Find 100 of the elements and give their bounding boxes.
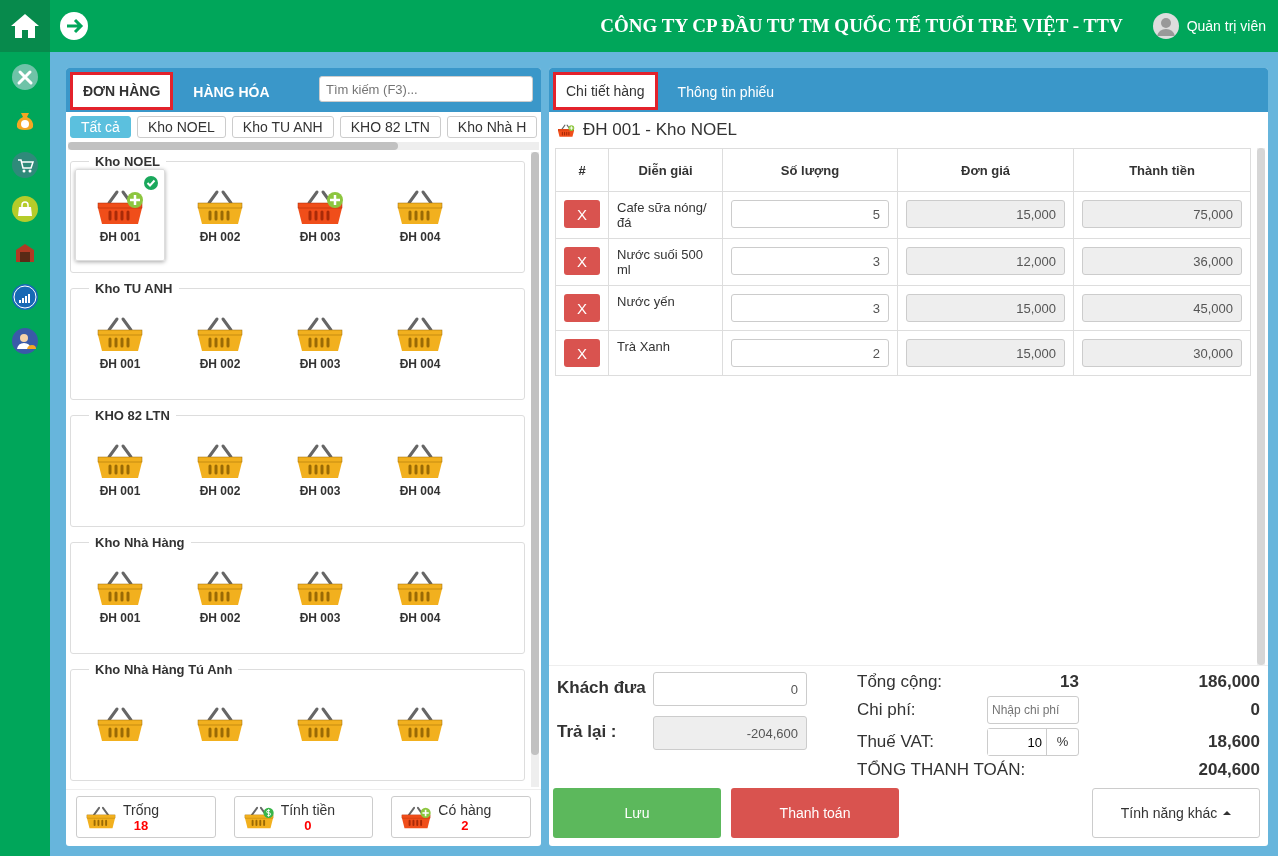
order-label: ĐH 004 [399, 484, 441, 498]
legend-count: 18 [133, 817, 149, 833]
vertical-scrollbar[interactable] [1257, 148, 1265, 665]
vat-value: 18,600 [1207, 732, 1260, 752]
order-label: ĐH 004 [399, 230, 441, 244]
order-label: ĐH 003 [299, 611, 341, 625]
panel-tab[interactable]: Chi tiết hàng [553, 72, 658, 110]
check-icon [144, 176, 158, 190]
order-card[interactable]: ĐH 003 [275, 296, 365, 388]
basket-icon [85, 804, 117, 830]
order-label: ĐH 001 [99, 230, 141, 244]
order-label: ĐH 001 [99, 484, 141, 498]
item-description: Nước suối 500 ml [608, 238, 723, 286]
order-card[interactable]: ĐH 002 [175, 296, 265, 388]
order-card[interactable]: ĐH 003 [275, 550, 365, 642]
unit-price-field[interactable]: 12,000 [906, 247, 1065, 275]
unit-price-field[interactable]: 15,000 [906, 200, 1065, 228]
remove-button[interactable]: X [564, 200, 600, 228]
group-title: Kho TU ANH [94, 281, 174, 296]
change-label: Trả lại : [557, 721, 618, 743]
amount-field[interactable]: 30,000 [1082, 339, 1242, 367]
total-value: 186,000 [1197, 672, 1260, 692]
quantity-field[interactable]: 3 [731, 294, 889, 322]
change-field[interactable]: -204,600 [653, 716, 807, 750]
shopping-bag-icon[interactable] [12, 196, 38, 222]
more-features-button[interactable]: Tính năng khác [1092, 788, 1260, 838]
grand-total-label: TỔNG THANH TOÁN: [857, 760, 1027, 780]
order-card[interactable]: ĐH 003 [275, 423, 365, 515]
total-quantity: 13 [1059, 672, 1079, 692]
order-card[interactable]: ĐH 002 [175, 423, 265, 515]
total-label: Tổng cộng: [857, 672, 944, 692]
cost-label: Chi phí: [857, 700, 917, 720]
group-title: Kho Nhà Hàng Tú Anh [94, 662, 234, 677]
home-icon[interactable] [10, 13, 40, 39]
order-title: ĐH 001 - Kho NOEL [583, 120, 737, 140]
warehouse-filter[interactable]: Kho NOEL [136, 116, 226, 138]
unit-price-field[interactable]: 15,000 [906, 339, 1065, 367]
grand-total-value: 204,600 [1197, 760, 1260, 780]
group-title: Kho Nhà Hàng [94, 535, 186, 550]
vertical-scrollbar[interactable] [531, 152, 539, 787]
order-card[interactable]: ĐH 004 [375, 550, 465, 642]
pay-button[interactable]: Thanh toán [731, 788, 899, 838]
caret-icon [1223, 811, 1232, 815]
order-label: ĐH 002 [199, 230, 241, 244]
user-icon[interactable] [12, 328, 38, 354]
warehouse-filter[interactable]: Kho TU ANH [231, 116, 334, 138]
order-card[interactable]: ĐH 002 [175, 169, 265, 261]
warehouse-filter[interactable]: KHO 82 LTN [339, 116, 441, 138]
cost-value: 0 [1249, 700, 1260, 720]
warehouse-filter[interactable]: Kho Nhà H [446, 116, 538, 138]
quantity-field[interactable]: 5 [731, 200, 889, 228]
chart-icon[interactable] [12, 284, 38, 310]
remove-button[interactable]: X [564, 294, 600, 322]
column-header: Thành tiền [1073, 148, 1251, 192]
amount-field[interactable]: 75,000 [1082, 200, 1242, 228]
item-description: Cafe sữa nóng/đá [608, 191, 723, 239]
legend-label: Trống [123, 801, 160, 818]
legend-count: 0 [304, 817, 312, 833]
order-label: ĐH 003 [299, 230, 341, 244]
column-header: Số lượng [722, 148, 898, 192]
item-description: Nước yến [608, 285, 723, 331]
column-header: Diễn giải [608, 148, 723, 192]
panel-tab[interactable]: ĐƠN HÀNG [70, 72, 174, 110]
order-card[interactable]: ĐH 002 [175, 550, 265, 642]
order-card[interactable]: ĐH 001 [75, 423, 165, 515]
avatar-icon[interactable] [1152, 13, 1179, 39]
vat-field[interactable]: 10 % [987, 728, 1079, 756]
order-label: ĐH 002 [199, 484, 241, 498]
item-description: Trà Xanh [608, 330, 723, 376]
order-card[interactable]: ĐH 004 [375, 423, 465, 515]
order-label: ĐH 004 [399, 357, 441, 371]
unit-price-field[interactable]: 15,000 [906, 294, 1065, 322]
search-field[interactable]: Tìm kiếm (F3)... [319, 76, 533, 102]
group-title: KHO 82 LTN [94, 408, 171, 423]
quantity-field[interactable]: 2 [731, 339, 889, 367]
amount-field[interactable]: 36,000 [1082, 247, 1242, 275]
order-label: ĐH 004 [399, 611, 441, 625]
order-card[interactable]: ĐH 004 [375, 169, 465, 261]
quantity-field[interactable]: 3 [731, 247, 889, 275]
order-label: ĐH 002 [199, 357, 241, 371]
order-card[interactable]: ĐH 003 [275, 169, 365, 261]
order-label: ĐH 001 [99, 611, 141, 625]
basket-icon [400, 804, 433, 830]
arrow-right-icon[interactable] [60, 12, 88, 40]
order-card[interactable]: ĐH 001 [75, 296, 165, 388]
order-card[interactable]: ĐH 004 [375, 296, 465, 388]
cart-icon[interactable] [12, 152, 38, 178]
customer-paid-field[interactable]: 0 [653, 672, 807, 706]
order-card[interactable]: ĐH 001 [75, 169, 165, 261]
cost-field[interactable]: Nhập chi phí [987, 696, 1079, 724]
remove-button[interactable]: X [564, 339, 600, 367]
basket-icon [557, 122, 575, 138]
company-name: CÔNG TY CP ĐẦU TƯ TM QUỐC TẾ TUỔI TRẺ VIỆT - TTV [600, 15, 1123, 37]
remove-button[interactable]: X [564, 247, 600, 275]
order-label: ĐH 003 [299, 357, 341, 371]
legend-label: Có hàng [438, 801, 492, 818]
horizontal-scrollbar[interactable] [68, 142, 539, 150]
order-label: ĐH 002 [199, 611, 241, 625]
order-card[interactable]: ĐH 001 [75, 550, 165, 642]
amount-field[interactable]: 45,000 [1082, 294, 1242, 322]
